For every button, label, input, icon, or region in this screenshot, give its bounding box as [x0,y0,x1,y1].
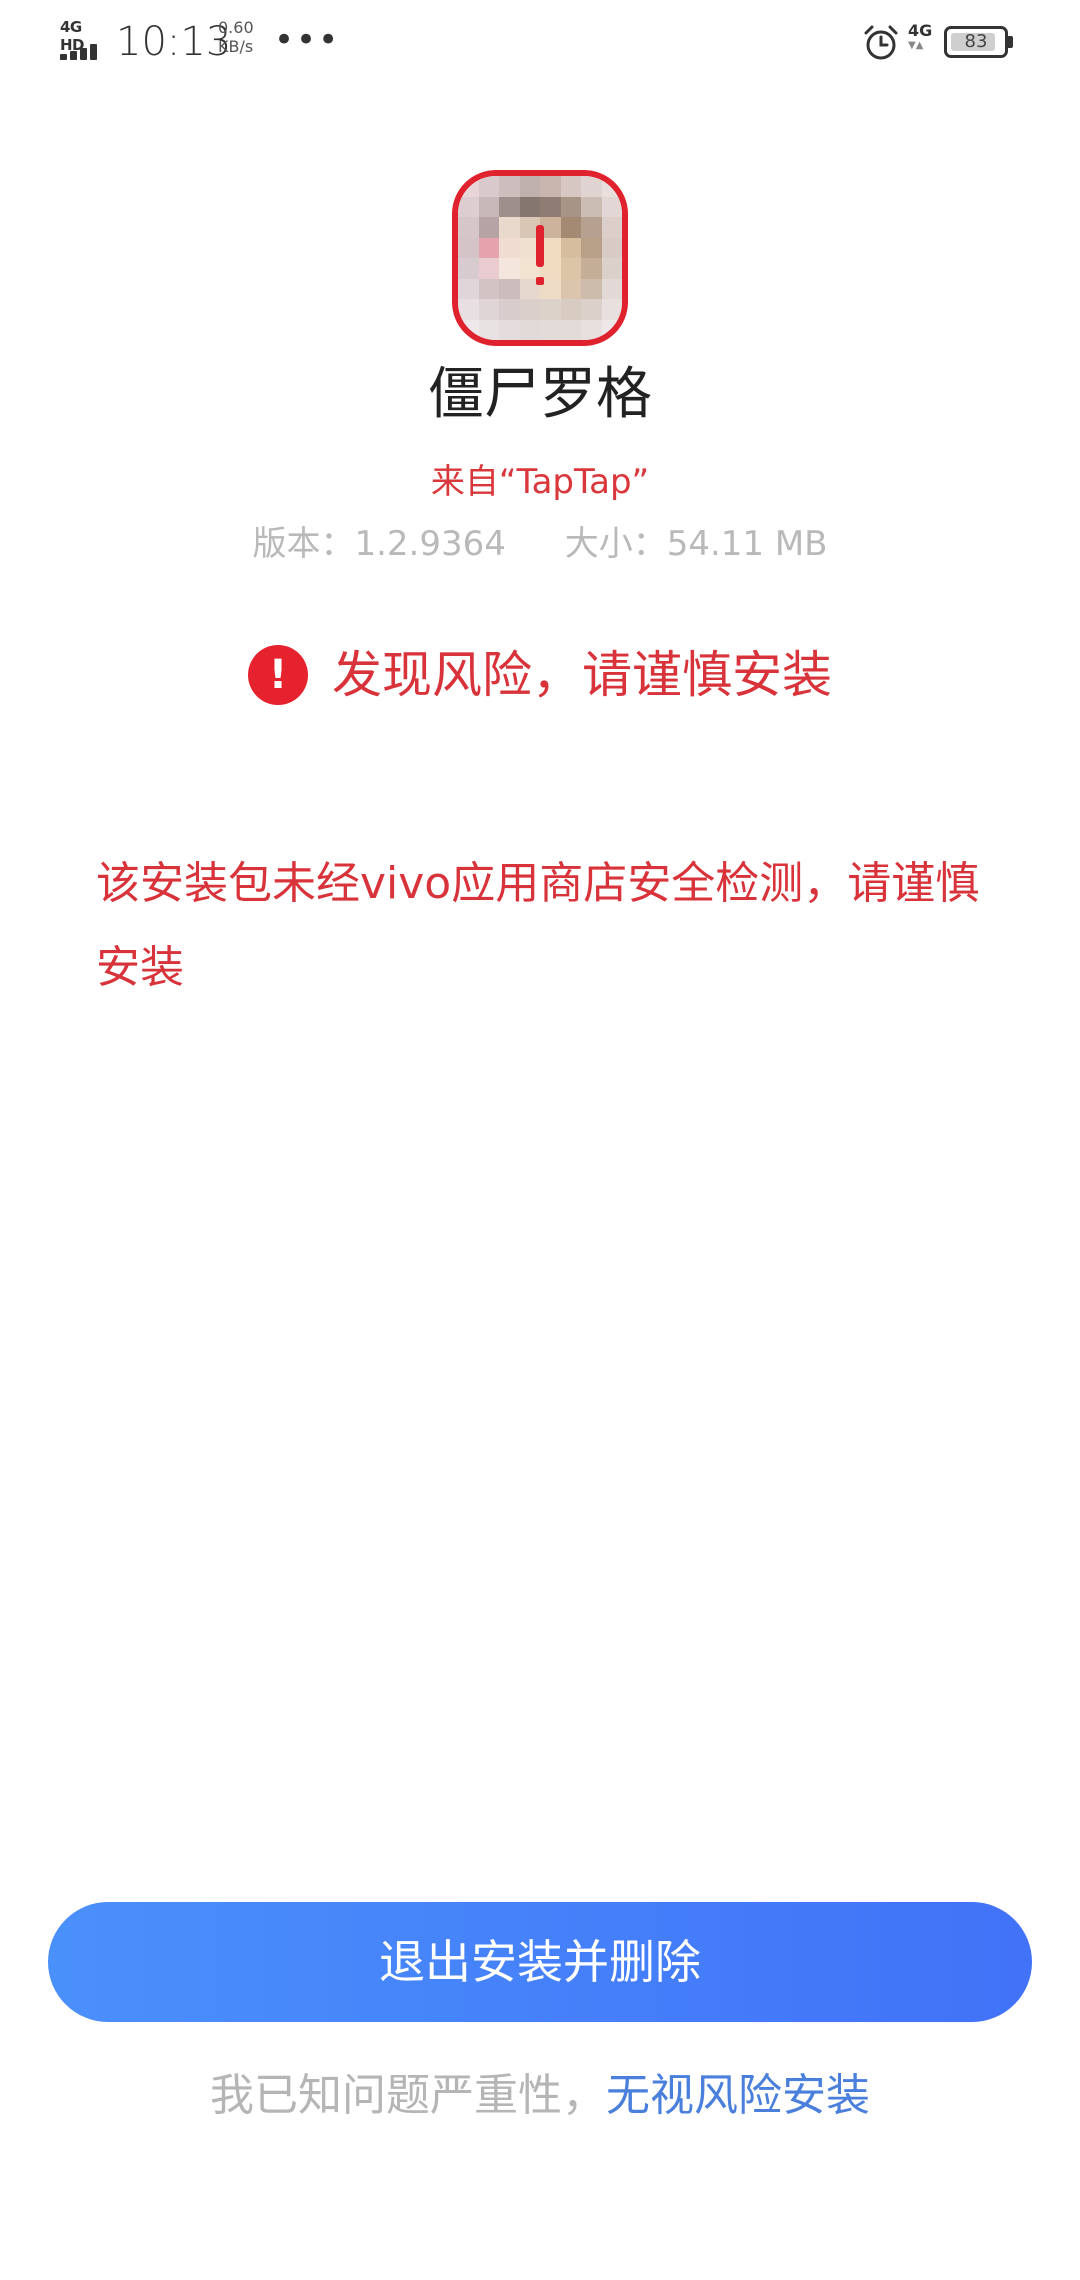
network-speed-value: 0.60 [218,18,254,37]
app-size: 大小：54.11 MB [564,524,828,564]
app-icon [452,170,628,346]
risk-title: 发现风险，请谨慎安装 [332,646,832,704]
risk-warning: ! 发现风险，请谨慎安装 [0,640,1080,710]
status-bar: 4G HD 10:13 0.60 KB/s ••• 4G ▼▲ 83 [0,0,1080,84]
mobile-data-label: 4G [908,21,933,40]
ignore-risk-prefix: 我已知问题严重性， [210,2070,606,2121]
clock-time: 10:13 [116,19,232,65]
exclamation-circle-icon: ! [248,645,308,705]
network-speed-unit: KB/s [218,37,254,56]
app-version: 版本：1.2.9364 [252,524,506,564]
signal-strength-icon: 4G HD [60,18,106,60]
network-speed: 0.60 KB/s [218,18,254,56]
ignore-risk-install-link[interactable]: 无视风险安装 [606,2070,870,2121]
mobile-data-indicator: 4G ▼▲ [908,22,938,60]
app-source: 来自“TapTap” [430,462,650,502]
app-name: 僵尸罗格 [428,362,652,427]
exit-and-delete-button[interactable]: 退出安装并删除 [48,1902,1032,2022]
exclamation-icon [458,176,622,340]
risk-description: 该安装包未经vivo应用商店安全检测，请谨慎安装 [96,858,980,993]
ignore-risk-row: 我已知问题严重性，无视风险安装 [0,2066,1080,2126]
alarm-clock-icon [862,24,900,62]
more-dots-icon: ••• [274,20,341,60]
install-risk-screen: 4G HD 10:13 0.60 KB/s ••• 4G ▼▲ 83 僵尸罗格 … [0,0,1080,2280]
battery-icon: 83 [944,26,1014,58]
data-arrows-icon: ▼▲ [908,40,924,51]
battery-level: 83 [964,31,988,52]
app-meta: 版本：1.2.9364 大小：54.11 MB [0,522,1080,566]
